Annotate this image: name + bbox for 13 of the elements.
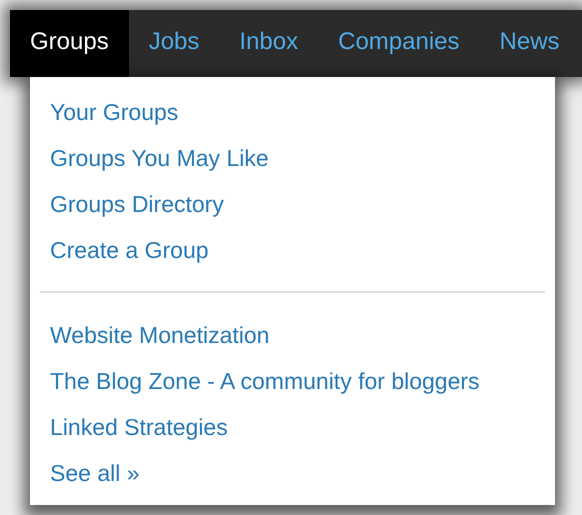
nav-tab[interactable]: News: [480, 10, 560, 77]
menu-item[interactable]: Your Groups: [50, 89, 178, 135]
menu-item[interactable]: Groups Directory: [50, 181, 224, 227]
menu-item[interactable]: Website Monetization: [50, 312, 270, 358]
menu-item[interactable]: Create a Group: [50, 227, 209, 273]
nav-tab[interactable]: Inbox: [219, 10, 318, 77]
nav-tab[interactable]: Groups: [10, 10, 129, 77]
menu-item[interactable]: See all »: [50, 450, 140, 496]
menu-item[interactable]: The Blog Zone - A community for bloggers: [50, 358, 480, 404]
menu-item[interactable]: Groups You May Like: [50, 135, 269, 181]
nav-tab[interactable]: Companies: [318, 10, 480, 77]
menu-item[interactable]: Linked Strategies: [50, 404, 228, 450]
nav-tab[interactable]: Jobs: [128, 10, 220, 77]
